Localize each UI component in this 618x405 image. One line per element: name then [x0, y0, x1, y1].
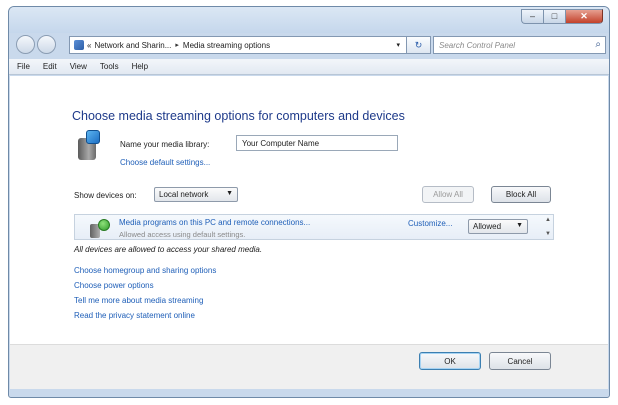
device-subtitle: Allowed access using default settings. [119, 230, 246, 239]
device-list-scroll[interactable]: ▲ ▼ [544, 217, 552, 237]
search-placeholder: Search Control Panel [439, 40, 516, 50]
menu-edit[interactable]: Edit [43, 62, 57, 71]
refresh-icon: ↻ [414, 39, 423, 50]
allow-all-button[interactable]: Allow All [422, 186, 474, 203]
refresh-button[interactable]: ↻ [407, 36, 431, 54]
title-bar: – □ ✕ [9, 7, 609, 33]
device-access-select[interactable]: Allowed ▼ [468, 219, 528, 234]
minimize-button[interactable]: – [521, 9, 543, 24]
block-all-button[interactable]: Block All [491, 186, 551, 203]
chevron-down-icon: ▼ [516, 222, 523, 229]
address-dropdown-icon[interactable]: ▾ [396, 41, 400, 49]
dialog-button-bar: OK Cancel [10, 344, 608, 389]
menu-tools[interactable]: Tools [100, 62, 119, 71]
media-streaming-info-link[interactable]: Tell me more about media streaming [74, 296, 203, 305]
library-name-label: Name your media library: [120, 140, 210, 149]
scroll-down-icon[interactable]: ▼ [545, 231, 551, 237]
address-bar[interactable]: « Network and Sharin... ▸ Media streamin… [69, 36, 407, 54]
search-icon[interactable]: ⌕ [595, 39, 601, 50]
menu-view[interactable]: View [70, 62, 87, 71]
homegroup-sharing-link[interactable]: Choose homegroup and sharing options [74, 266, 216, 275]
library-name-input[interactable] [236, 135, 398, 151]
choose-default-settings-link[interactable]: Choose default settings... [120, 158, 210, 167]
show-devices-value: Local network [159, 190, 209, 199]
forward-button[interactable] [37, 35, 56, 54]
close-button[interactable]: ✕ [565, 9, 603, 24]
navigation-bar: « Network and Sharin... ▸ Media streamin… [9, 33, 609, 57]
control-panel-icon [74, 40, 84, 50]
address-prefix[interactable]: « [87, 41, 91, 50]
show-devices-label: Show devices on: [74, 191, 137, 200]
breadcrumb-network-sharing[interactable]: Network and Sharin... [94, 41, 171, 50]
privacy-statement-link[interactable]: Read the privacy statement online [74, 311, 195, 320]
content-area: Choose media streaming options for compu… [10, 76, 608, 344]
breadcrumb-separator-icon[interactable]: ▸ [175, 41, 179, 49]
device-computer-icon [90, 219, 112, 239]
ok-button[interactable]: OK [419, 352, 481, 370]
power-options-link[interactable]: Choose power options [74, 281, 154, 290]
breadcrumb-media-streaming[interactable]: Media streaming options [183, 41, 270, 50]
menu-help[interactable]: Help [132, 62, 148, 71]
menu-bar: File Edit View Tools Help [9, 59, 609, 75]
all-devices-allowed-text: All devices are allowed to access your s… [74, 245, 263, 254]
device-access-value: Allowed [473, 222, 502, 231]
window-controls: – □ ✕ [521, 9, 603, 24]
customize-link[interactable]: Customize... [408, 219, 452, 228]
media-streaming-window: – □ ✕ « Network and Sharin... ▸ Media st… [8, 6, 610, 398]
maximize-button[interactable]: □ [543, 9, 565, 24]
device-list-row[interactable]: Media programs on this PC and remote con… [74, 214, 554, 240]
chevron-down-icon: ▼ [226, 190, 233, 197]
media-library-icon [74, 130, 102, 160]
menu-file[interactable]: File [17, 62, 30, 71]
back-button[interactable] [16, 35, 35, 54]
show-devices-select[interactable]: Local network ▼ [154, 187, 238, 202]
search-box[interactable]: Search Control Panel ⌕ [433, 36, 606, 54]
device-title-link[interactable]: Media programs on this PC and remote con… [119, 218, 310, 227]
cancel-button[interactable]: Cancel [489, 352, 551, 370]
page-title: Choose media streaming options for compu… [72, 109, 405, 123]
scroll-up-icon[interactable]: ▲ [545, 217, 551, 223]
